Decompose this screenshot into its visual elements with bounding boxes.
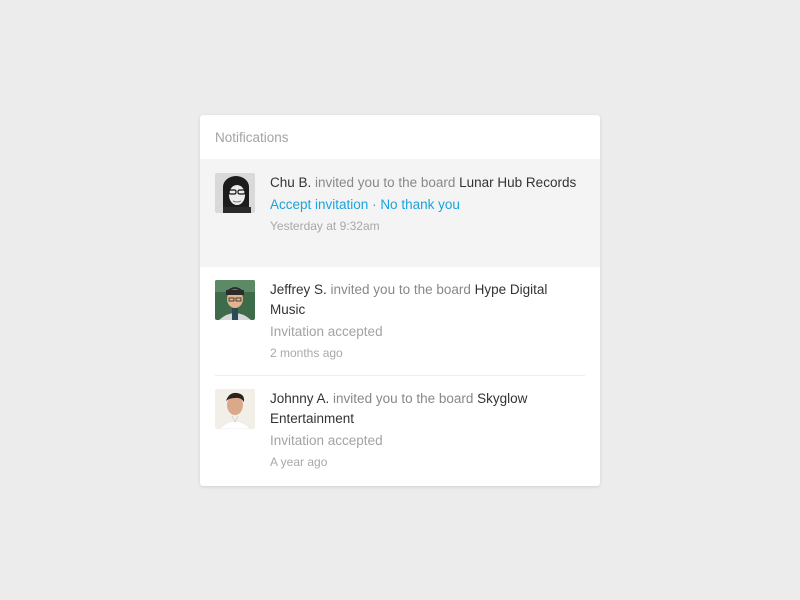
notification-item[interactable]: Jeffrey S. invited you to the board Hype…: [200, 267, 600, 375]
notifications-panel: Notifications Chu B. invited you to the …: [200, 115, 600, 486]
invitation-status: Invitation accepted: [270, 324, 383, 339]
notification-item[interactable]: Chu B. invited you to the board Lunar Hu…: [200, 159, 600, 267]
invitation-status: Invitation accepted: [270, 433, 383, 448]
avatar[interactable]: [215, 173, 255, 213]
avatar[interactable]: [215, 389, 255, 429]
invite-text: invited you to the board: [311, 175, 460, 190]
panel-title: Notifications: [215, 130, 289, 145]
avatar[interactable]: [215, 280, 255, 320]
decline-invitation-link[interactable]: No thank you: [380, 197, 460, 212]
separator: ·: [368, 197, 381, 212]
invite-text: invited you to the board: [329, 391, 478, 406]
accept-invitation-link[interactable]: Accept invitation: [270, 197, 368, 212]
timestamp: A year ago: [270, 455, 328, 469]
timestamp: 2 months ago: [270, 346, 343, 360]
user-name: Jeffrey S.: [270, 282, 327, 297]
avatar-man-white-shirt-icon: [215, 389, 255, 429]
board-name: Lunar Hub Records: [459, 175, 577, 190]
avatar-man-cap-icon: [215, 280, 255, 320]
avatar-woman-glasses-icon: [215, 173, 255, 213]
notification-item[interactable]: Johnny A. invited you to the board Skygl…: [200, 376, 600, 486]
user-name: Chu B.: [270, 175, 312, 190]
user-name: Johnny A.: [270, 391, 330, 406]
invite-text: invited you to the board: [326, 282, 475, 297]
timestamp: Yesterday at 9:32am: [270, 219, 380, 233]
